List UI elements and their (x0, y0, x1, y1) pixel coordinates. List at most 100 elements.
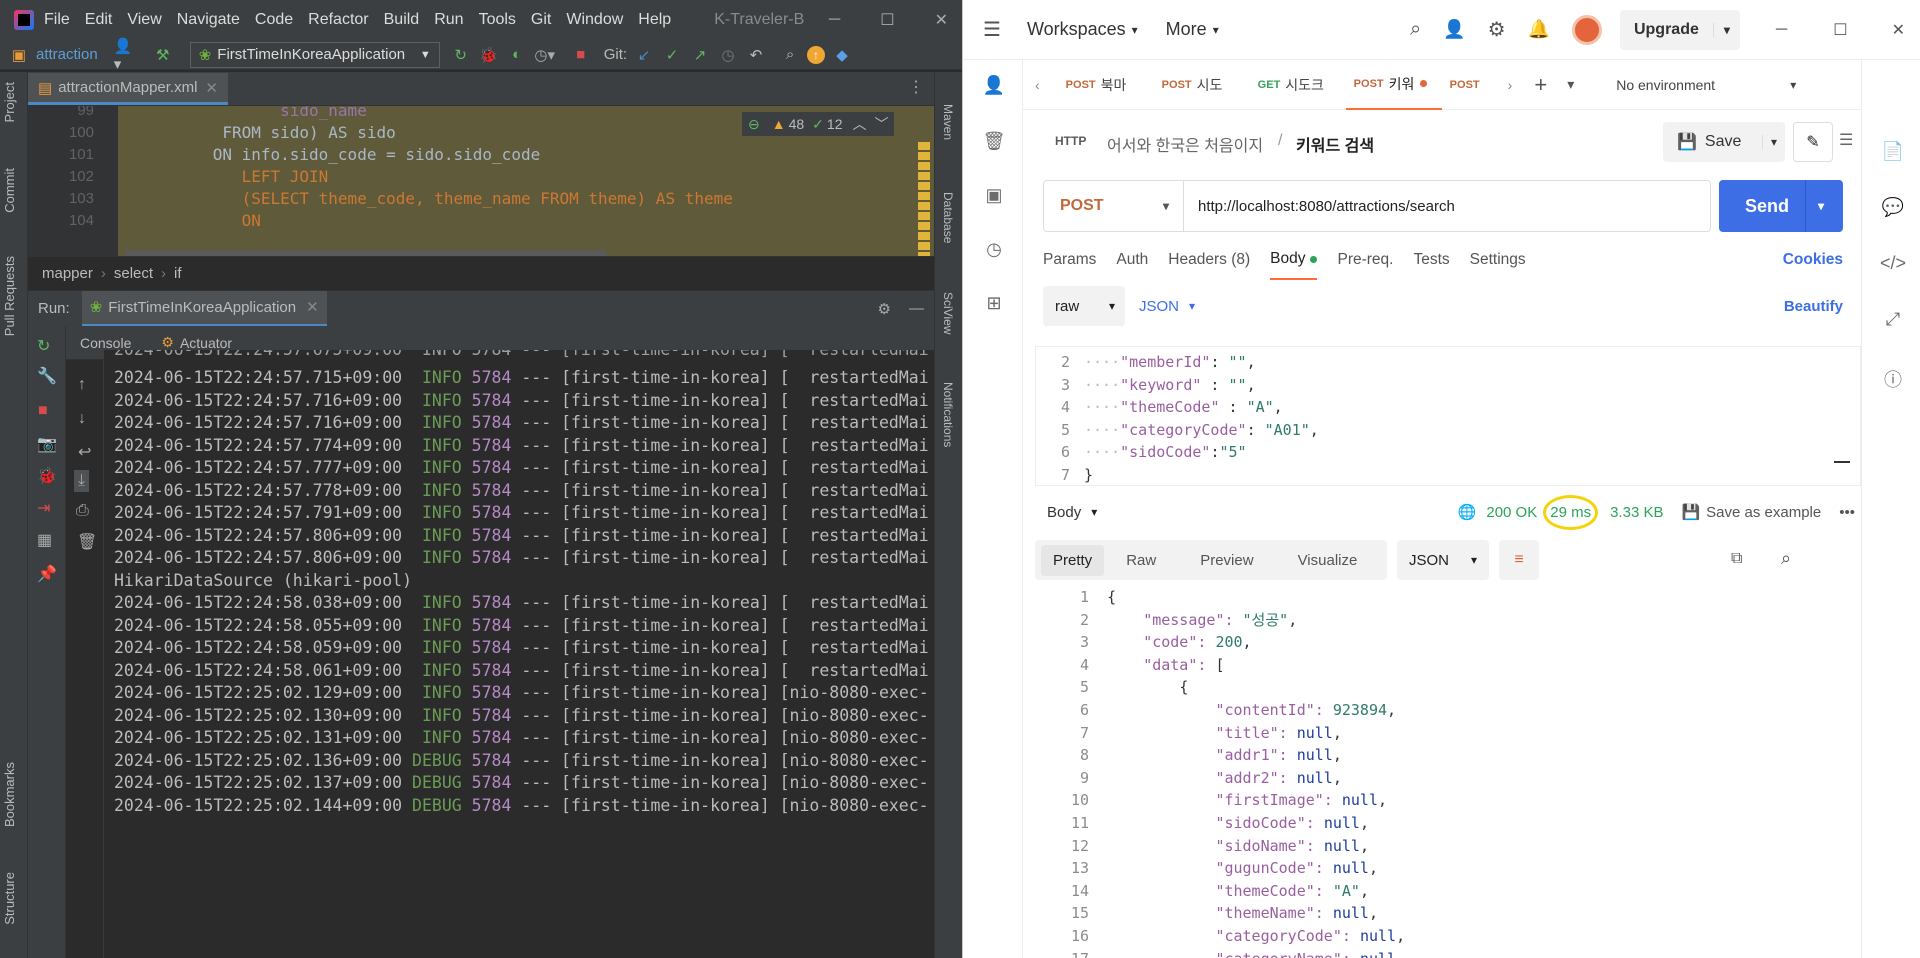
settings-gear-icon[interactable]: ⚙ (878, 300, 891, 318)
prev-issue-icon[interactable]: ︿ (852, 114, 866, 134)
comment-icon[interactable]: 💬 (1882, 196, 1904, 218)
more-horiz-icon[interactable]: ••• (1839, 504, 1855, 521)
view-preview[interactable]: Preview (1200, 552, 1253, 569)
tab-headers[interactable]: Headers (8) (1168, 240, 1250, 280)
workspaces-menu[interactable]: Workspaces ▾ (1027, 19, 1138, 40)
maximize-icon[interactable]: ☐ (1833, 20, 1847, 40)
debug-icon[interactable]: 🐞 (37, 466, 57, 486)
menu-file[interactable]: File (44, 11, 70, 29)
cookies-link[interactable]: Cookies (1783, 240, 1843, 280)
tab-settings[interactable]: Settings (1470, 240, 1526, 280)
search-icon[interactable]: ⌕ (1781, 548, 1791, 569)
user-icon[interactable]: 👤 (983, 74, 1005, 96)
tool-database[interactable]: Database (941, 192, 955, 243)
git-commit-icon[interactable]: ✓ (661, 44, 683, 66)
minimize-icon[interactable]: ─ (829, 11, 840, 29)
search-icon[interactable]: ⌕ (1410, 18, 1421, 41)
request-tab[interactable]: GET 시도크 (1250, 60, 1346, 110)
wrench-icon[interactable]: 🔧 (37, 366, 57, 386)
next-issue-icon[interactable]: ﹀ (874, 114, 888, 134)
settings-gear-icon[interactable]: ⚙ (1488, 17, 1506, 42)
comment-icon[interactable]: ☰ (1839, 130, 1853, 150)
tool-project[interactable]: Project (2, 82, 17, 122)
environment-select[interactable]: No environment ▾ (1596, 77, 1796, 93)
request-title[interactable]: 키워드 검색 (1296, 132, 1374, 156)
view-pretty[interactable]: Pretty (1041, 544, 1105, 576)
stop-icon[interactable]: ■ (570, 44, 592, 66)
tool-notifications[interactable]: Notifications (941, 382, 955, 447)
git-update-icon[interactable]: ↙ (633, 44, 655, 66)
update-icon[interactable]: ↑ (807, 45, 826, 64)
tab-params[interactable]: Params (1043, 240, 1096, 280)
debug-icon[interactable]: 🐞 (478, 44, 500, 66)
layout-icon[interactable]: ▦ (37, 530, 52, 550)
beautify-link[interactable]: Beautify (1784, 298, 1843, 315)
avatar[interactable] (1571, 14, 1602, 45)
history-icon[interactable]: ◷ (717, 44, 739, 66)
tab-tests[interactable]: Tests (1413, 240, 1449, 280)
tool-structure[interactable]: Structure (2, 872, 17, 925)
menu-build[interactable]: Build (384, 11, 420, 29)
close-icon[interactable]: ✕ (1892, 20, 1905, 40)
run-tab[interactable]: ❀ FirstTimeInKoreaApplication ✕ (81, 290, 327, 327)
view-raw[interactable]: Raw (1126, 552, 1156, 569)
toolbox-icon[interactable]: ◆ (831, 44, 853, 66)
scroll-to-end-icon[interactable]: ⤓ (74, 470, 90, 492)
send-button[interactable]: Send ▾ (1719, 180, 1843, 232)
upgrade-button[interactable]: Upgrade ▾ (1619, 9, 1740, 50)
console-tab[interactable]: Console (80, 335, 131, 351)
edit-pencil-icon[interactable]: ✎ (1793, 122, 1833, 162)
run-config-select[interactable]: ❀ FirstTimeInKoreaApplication ▼ (189, 41, 440, 68)
save-example-button[interactable]: Save as example (1706, 504, 1821, 521)
soft-wrap-icon[interactable]: ↩ (78, 442, 91, 462)
more-menu[interactable]: More ▾ (1166, 19, 1219, 40)
breadcrumb-collection[interactable]: 어서와 한국은 처음이지 (1107, 132, 1263, 156)
bell-icon[interactable]: 🔔 (1528, 19, 1550, 40)
code-editor[interactable]: 99 100 101 102 103 104 sido_name FROM sido) A… (28, 106, 934, 256)
breadcrumb-mapper[interactable]: mapper (42, 265, 93, 282)
camera-icon[interactable]: 📷 (37, 434, 57, 454)
breadcrumb-if[interactable]: if (174, 265, 182, 282)
copy-icon[interactable]: ⧉ (1731, 550, 1742, 568)
scroll-left-icon[interactable]: ‹ (1035, 77, 1040, 93)
tool-maven[interactable]: Maven (941, 104, 955, 140)
view-visualize[interactable]: Visualize (1298, 552, 1358, 569)
exit-icon[interactable]: ⇥ (37, 498, 50, 518)
related-icon[interactable]: ⤢ (1882, 308, 1904, 330)
code-icon[interactable]: </> (1880, 252, 1906, 274)
save-button[interactable]: 💾 Save ▾ (1663, 122, 1785, 162)
menu-run[interactable]: Run (434, 11, 463, 29)
menu-view[interactable]: View (127, 11, 161, 29)
hide-icon[interactable]: — (909, 300, 924, 317)
up-arrow-icon[interactable]: ↑ (78, 376, 86, 394)
add-user-icon[interactable]: 👤 (1443, 19, 1465, 40)
request-tab[interactable]: POST 북마 (1058, 60, 1154, 110)
actuator-tab[interactable]: Actuator (180, 335, 232, 351)
request-tab[interactable]: POST (1442, 60, 1498, 110)
url-input[interactable]: http://localhost:8080/attractions/search (1184, 198, 1455, 215)
menu-window[interactable]: Window (566, 11, 623, 29)
git-push-icon[interactable]: ↗ (689, 44, 711, 66)
user-icon[interactable]: 👤▾ (114, 38, 136, 73)
inspection-widget[interactable]: ⊖ ▲ 48 ✓ 12 ︿ ﹀ (742, 112, 895, 136)
menu-navigate[interactable]: Navigate (177, 11, 240, 29)
trash-icon[interactable]: 🗑 (983, 130, 1006, 152)
chevron-down-icon[interactable]: ▾ (1805, 180, 1836, 232)
tab-auth[interactable]: Auth (1116, 240, 1148, 280)
close-tab-icon[interactable]: ✕ (205, 79, 218, 97)
pin-icon[interactable]: 📌 (37, 564, 57, 584)
project-name[interactable]: attraction (36, 46, 98, 63)
request-tab[interactable]: POST 시도 (1154, 60, 1250, 110)
chevron-down-icon[interactable]: ▾ (1091, 505, 1097, 519)
tool-pull-requests[interactable]: Pull Requests (2, 256, 17, 336)
breadcrumb-select[interactable]: select (114, 265, 153, 282)
tool-sciview[interactable]: SciView (941, 292, 955, 334)
monitor-icon[interactable]: ▣ (983, 184, 1005, 206)
chevron-down-icon[interactable]: ▾ (1761, 135, 1785, 149)
add-tab-icon[interactable]: + (1534, 72, 1547, 98)
down-arrow-icon[interactable]: ↓ (78, 410, 86, 428)
rerun-icon[interactable]: ↻ (37, 336, 50, 356)
response-size[interactable]: 3.33 KB (1610, 504, 1663, 521)
tool-bookmarks[interactable]: Bookmarks (2, 762, 17, 827)
method-select[interactable]: POST ▾ (1044, 181, 1184, 231)
